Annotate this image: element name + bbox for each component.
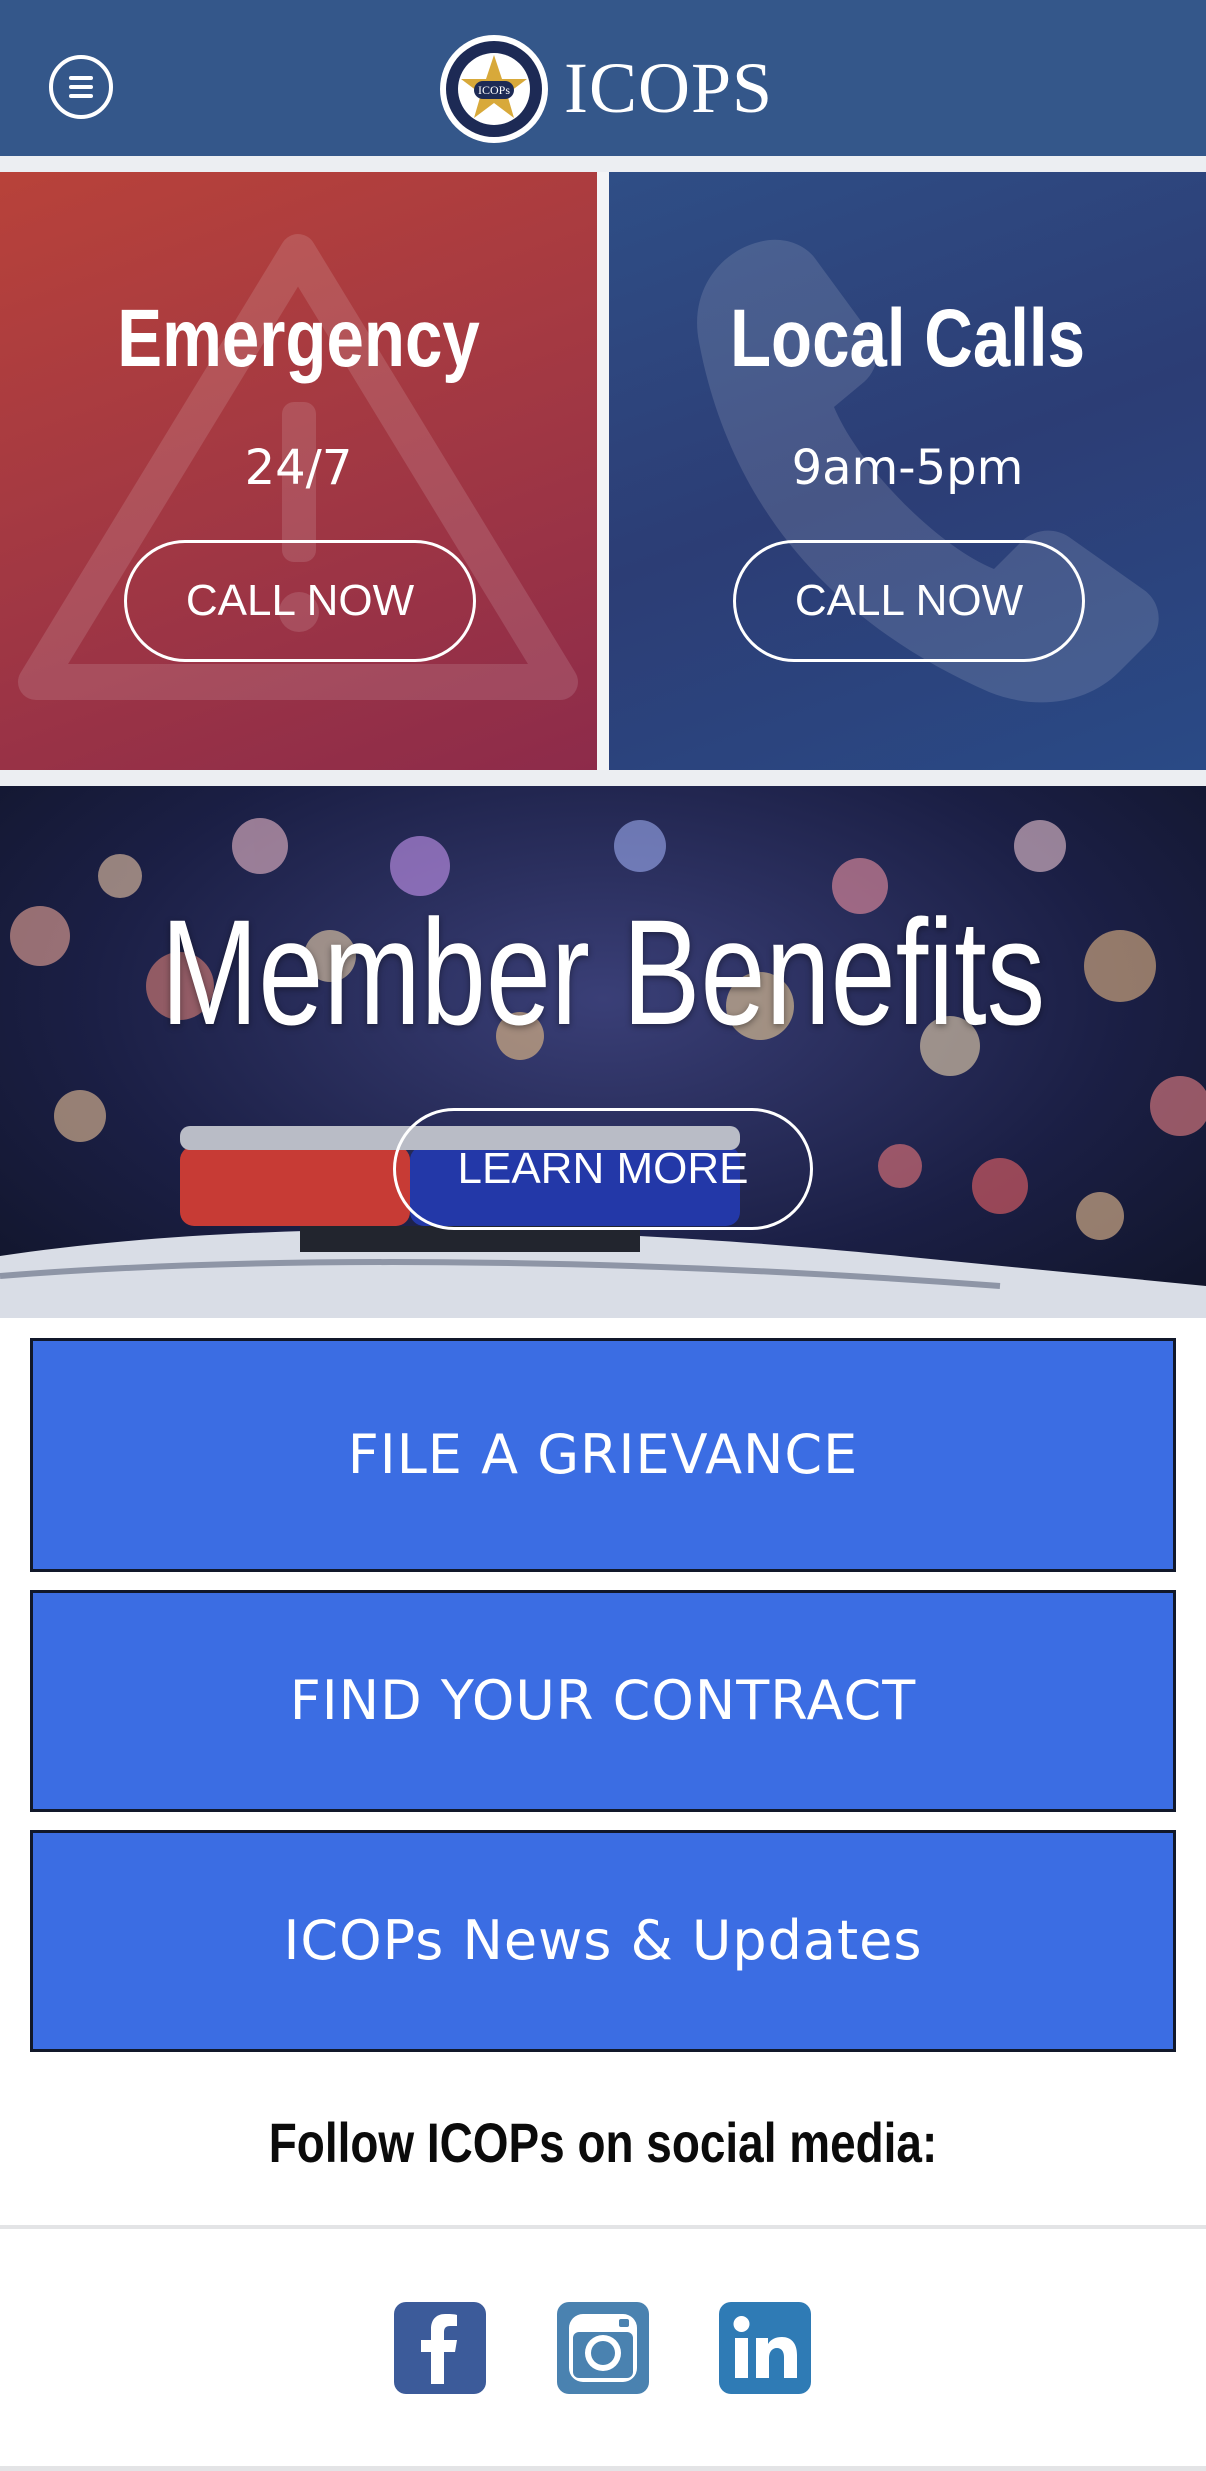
panel-divider (597, 172, 609, 770)
brand-title: ICOPS (564, 48, 774, 128)
learn-more-button[interactable]: LEARN MORE (393, 1108, 813, 1230)
instagram-icon[interactable] (557, 2302, 649, 2394)
member-benefits-title: Member Benefits (160, 888, 1046, 1056)
divider (0, 2466, 1206, 2471)
divider (0, 770, 1206, 786)
member-benefits-banner[interactable]: Member Benefits LEARN MORE (0, 786, 1206, 1318)
divider (0, 2225, 1206, 2229)
emergency-call-button[interactable]: CALL NOW (124, 540, 476, 662)
news-updates-button[interactable]: ICOPs News & Updates (30, 1830, 1176, 2052)
local-calls-title: Local Calls (729, 293, 1086, 384)
icops-logo[interactable]: ICOPs (438, 33, 550, 145)
divider (0, 156, 1206, 172)
hamburger-menu-icon[interactable] (49, 55, 113, 119)
find-contract-button[interactable]: FIND YOUR CONTRACT (30, 1590, 1176, 1812)
emergency-title: Emergency (117, 293, 480, 384)
local-call-button[interactable]: CALL NOW (733, 540, 1085, 662)
emergency-panel: Emergency 24/7 CALL NOW (0, 172, 597, 770)
linkedin-icon[interactable] (719, 2302, 811, 2394)
app-header: ICOPs ICOPS (0, 0, 1206, 156)
file-grievance-button[interactable]: FILE A GRIEVANCE (30, 1338, 1176, 1572)
local-calls-hours: 9am-5pm (791, 440, 1024, 496)
emergency-hours: 24/7 (244, 440, 353, 496)
facebook-icon[interactable] (394, 2302, 486, 2394)
social-heading: Follow ICOPs on social media: (268, 2111, 938, 2174)
local-calls-panel: Local Calls 9am-5pm CALL NOW (609, 172, 1206, 770)
logo-center-text: ICOPs (478, 83, 510, 97)
